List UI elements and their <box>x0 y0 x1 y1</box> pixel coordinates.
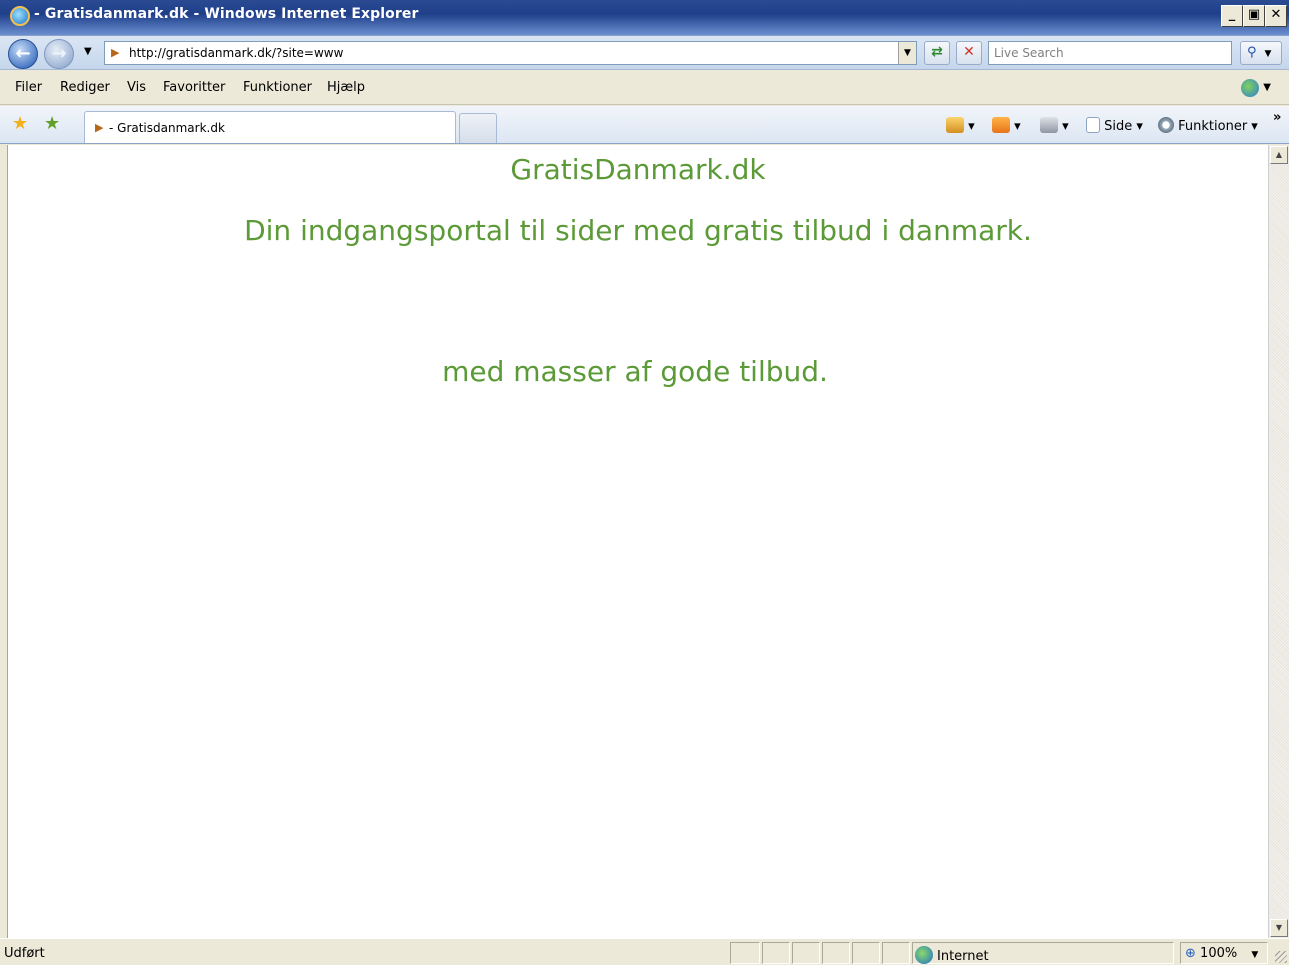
tools-menu-label: Funktioner <box>1178 119 1248 134</box>
menu-view[interactable]: Vis <box>127 80 146 95</box>
address-url[interactable]: http://gratisdanmark.dk/?site=www <box>129 46 343 60</box>
zoom-dropdown-icon[interactable]: ▼ <box>1251 950 1258 960</box>
tab-gratisdanmark[interactable]: ▶ - Gratisdanmark.dk <box>84 111 456 143</box>
resize-grip-icon[interactable] <box>1275 951 1287 963</box>
status-bar: Udført Internet ⊕ 100% ▼ <box>0 938 1289 965</box>
search-options-dropdown-icon[interactable]: ▼ <box>1265 49 1272 59</box>
status-pane-3 <box>822 942 850 964</box>
search-input[interactable]: Live Search <box>988 41 1232 65</box>
scroll-down-arrow-icon[interactable]: ▼ <box>1270 919 1288 937</box>
zone-label: Internet <box>937 949 989 964</box>
page-favicon-icon: ▶ <box>111 46 120 59</box>
site-title: GratisDanmark.dk <box>510 153 766 186</box>
home-icon <box>946 117 964 133</box>
print-button[interactable]: ▾ <box>1040 117 1069 134</box>
window-title-bar[interactable]: - Gratisdanmark.dk - Windows Internet Ex… <box>0 0 1289 36</box>
new-tab-button[interactable] <box>459 113 497 143</box>
close-button[interactable]: ✕ <box>1265 5 1287 27</box>
forward-button[interactable]: → <box>44 39 74 69</box>
site-tagline: Din indgangsportal til sider med gratis … <box>244 214 1032 247</box>
status-pane-5 <box>882 942 910 964</box>
toolbar-overflow-chevron-icon[interactable]: » <box>1273 110 1281 125</box>
printer-icon <box>1040 117 1058 133</box>
page-content <box>7 145 1268 938</box>
status-pane-1 <box>762 942 790 964</box>
tab-favicon-icon: ▶ <box>95 121 104 134</box>
menu-favorites[interactable]: Favoritter <box>163 80 225 95</box>
rss-feed-icon <box>992 117 1010 133</box>
status-pane-progress <box>730 942 760 964</box>
address-dropdown-icon[interactable]: ▼ <box>898 42 916 64</box>
page-icon <box>1086 117 1100 133</box>
window-title: - Gratisdanmark.dk - Windows Internet Ex… <box>34 6 419 22</box>
navigation-bar: ← → ▼ ▶ http://gratisdanmark.dk/?site=ww… <box>0 36 1289 70</box>
vertical-scrollbar[interactable]: ▲ ▼ <box>1268 145 1289 938</box>
recent-pages-dropdown-icon[interactable]: ▼ <box>84 46 92 57</box>
ie-logo-icon <box>10 6 30 26</box>
minimize-button[interactable]: _ <box>1221 5 1243 27</box>
page-menu-button[interactable]: Side ▾ <box>1086 117 1143 134</box>
site-offers-text: med masser af gode tilbud. <box>442 355 828 388</box>
zoom-control[interactable]: ⊕ 100% ▼ <box>1180 942 1268 964</box>
gear-icon <box>1158 117 1174 133</box>
menu-tools[interactable]: Funktioner <box>243 80 312 95</box>
home-button[interactable]: ▾ <box>946 117 975 134</box>
favorites-center-star-icon[interactable]: ★ <box>12 115 28 133</box>
security-zone[interactable]: Internet <box>912 942 1174 964</box>
stop-button[interactable]: ✕ <box>956 41 982 65</box>
page-menu-label: Side <box>1104 119 1133 134</box>
windows-live-icon[interactable] <box>1241 79 1259 97</box>
feeds-button[interactable]: ▾ <box>992 117 1021 134</box>
status-text: Udført <box>4 946 45 961</box>
menu-help[interactable]: Hjælp <box>327 80 365 95</box>
refresh-button[interactable]: ⇄ <box>924 41 950 65</box>
zoom-level: 100% <box>1200 946 1238 961</box>
search-button[interactable]: ⚲ ▼ <box>1240 41 1282 65</box>
add-favorite-star-icon[interactable]: ★ <box>44 115 60 133</box>
internet-zone-globe-icon <box>915 946 933 964</box>
windows-live-dropdown-icon[interactable]: ▼ <box>1263 82 1271 93</box>
menu-edit[interactable]: Rediger <box>60 80 110 95</box>
address-field[interactable]: ▶ http://gratisdanmark.dk/?site=www ▼ <box>104 41 917 65</box>
scroll-up-arrow-icon[interactable]: ▲ <box>1270 146 1288 164</box>
back-button[interactable]: ← <box>8 39 38 69</box>
status-pane-2 <box>792 942 820 964</box>
maximize-button[interactable]: ▣ <box>1243 5 1265 27</box>
menu-file[interactable]: Filer <box>15 80 42 95</box>
zoom-magnifier-icon: ⊕ <box>1185 946 1196 961</box>
menu-bar: Filer Rediger Vis Favoritter Funktioner … <box>0 71 1289 105</box>
tab-label[interactable]: - Gratisdanmark.dk <box>109 121 225 135</box>
tools-menu-button[interactable]: Funktioner ▾ <box>1158 117 1258 134</box>
status-pane-4 <box>852 942 880 964</box>
tab-bar: ★ ★ ▶ - Gratisdanmark.dk ▾ ▾ ▾ Side ▾ Fu… <box>0 106 1289 144</box>
